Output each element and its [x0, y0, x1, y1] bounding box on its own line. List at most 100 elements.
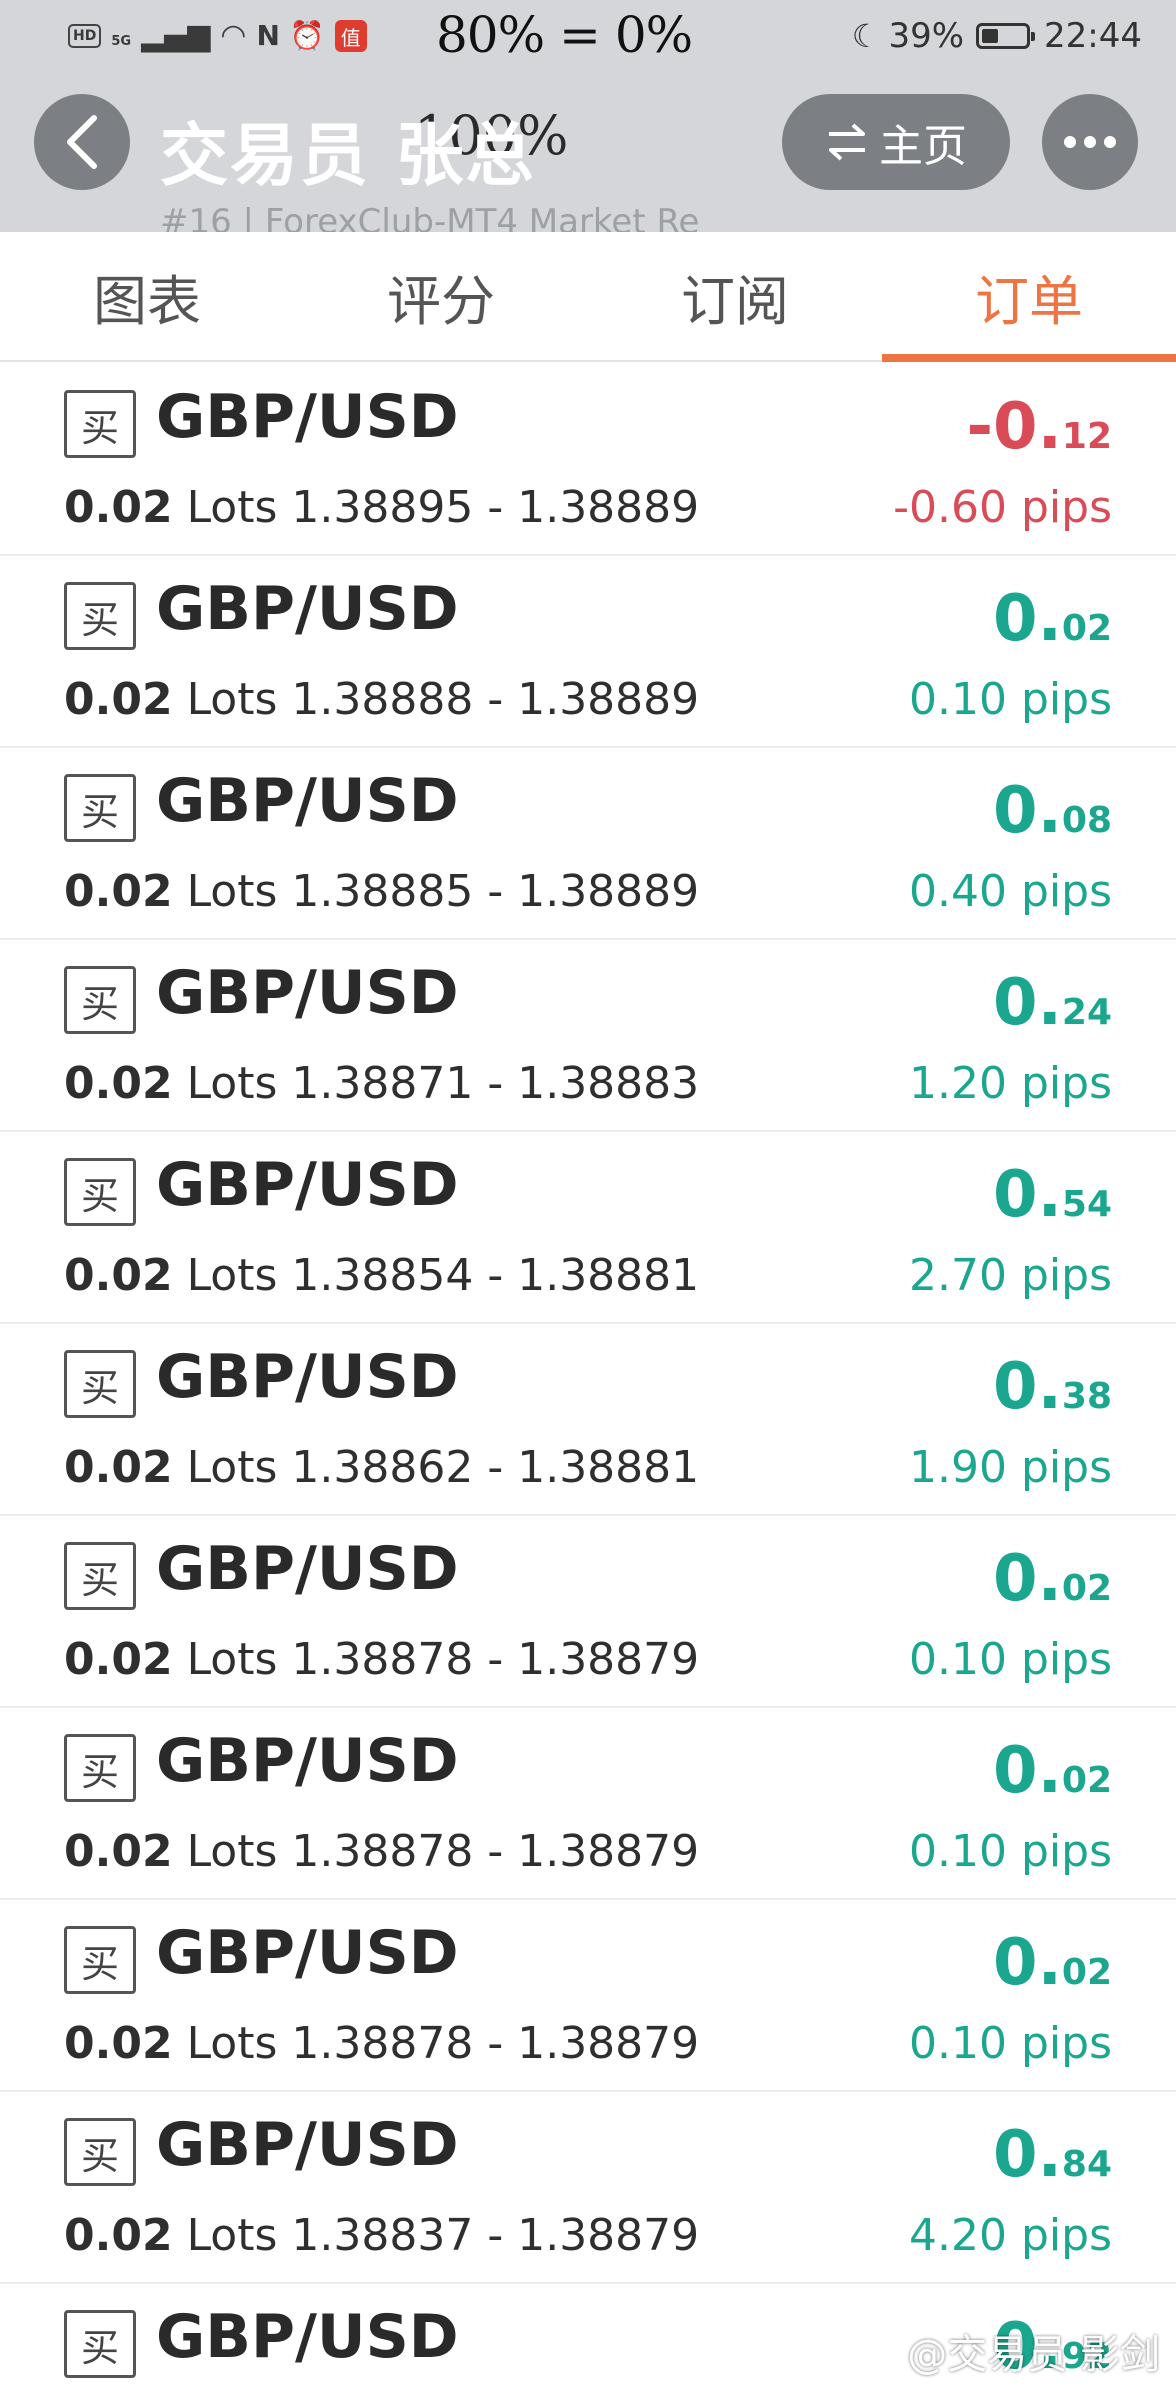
order-type-badge: 买 [64, 582, 136, 650]
order-lots-unit: Lots [186, 2210, 278, 2261]
order-type-badge: 买 [64, 1542, 136, 1610]
tab-orders[interactable]: 订单 [882, 232, 1176, 362]
order-price-range: 1.38885 - 1.38889 [291, 866, 700, 917]
order-symbol: GBP/USD [156, 1150, 459, 1220]
order-profit-decimals: 08 [1061, 800, 1112, 841]
order-profit-main: 0. [993, 1734, 1062, 1808]
order-profit-main: 0. [993, 582, 1062, 656]
app-notification-icon: 值 [334, 20, 367, 52]
tab-rating[interactable]: 评分 [294, 232, 588, 360]
order-row[interactable]: 买 GBP/USD 0.02 Lots 1.38895 - 1.38889 -0… [0, 364, 1176, 556]
order-lots-unit: Lots [186, 1826, 278, 1877]
order-price-range: 1.38888 - 1.38889 [291, 674, 700, 725]
order-row[interactable]: 买 GBP/USD 0.02 Lots 1.38837 - 1.38879 0.… [0, 2092, 1176, 2284]
order-profit-decimals: 02 [1061, 608, 1112, 649]
tab-bar: 图表 评分 订阅 订单 [0, 232, 1176, 362]
order-row[interactable]: 买 GBP/USD 0.02 Lots 1.38871 - 1.38883 0.… [0, 940, 1176, 1132]
order-row[interactable]: 买 GBP/USD 0.02 Lots 1.38885 - 1.38889 0.… [0, 748, 1176, 940]
order-pips: 1.90 pips [909, 1442, 1112, 1493]
order-row[interactable]: 买 GBP/USD 0.02 Lots 1.38878 - 1.38879 0.… [0, 1708, 1176, 1900]
home-button[interactable]: 主页 [782, 94, 1010, 190]
order-profit: 0.24 [993, 966, 1112, 1040]
order-lots: 0.02 [64, 1634, 173, 1685]
order-profit: 0.02 [993, 1542, 1112, 1616]
order-row[interactable]: 买 GBP/USD 0.02 Lots 1.38888 - 1.38889 0.… [0, 556, 1176, 748]
clock: 22:44 [1044, 16, 1142, 56]
order-profit: -0.12 [966, 390, 1112, 464]
order-price-range: 1.38878 - 1.38879 [291, 1634, 700, 1685]
status-icons-right: ☾ 39% 22:44 [852, 16, 1142, 56]
order-profit-main: 0. [993, 1350, 1062, 1424]
order-symbol: GBP/USD [156, 574, 459, 644]
5g-icon: 5G [111, 34, 132, 49]
tab-subscribe[interactable]: 订阅 [588, 232, 882, 360]
order-row[interactable]: 买 GBP/USD 0.02 Lots 1.38854 - 1.38881 0.… [0, 1132, 1176, 1324]
order-symbol: GBP/USD [156, 1918, 459, 1988]
order-pips: 0.10 pips [909, 1826, 1112, 1877]
order-profit-main: 0. [993, 966, 1062, 1040]
order-detail: 0.02 Lots 1.38837 - 1.38879 [64, 2210, 699, 2261]
order-row[interactable]: 买 GBP/USD 0.02 Lots 1.38878 - 1.38879 0.… [0, 1900, 1176, 2092]
order-type-badge: 买 [64, 1926, 136, 1994]
order-profit-main: 0. [993, 774, 1062, 848]
order-type-badge: 买 [64, 390, 136, 458]
more-dots-icon [1064, 136, 1076, 148]
order-type-badge: 买 [64, 2118, 136, 2186]
order-row[interactable]: 买 GBP/USD 0.02 Lots 1.38862 - 1.38881 0.… [0, 1324, 1176, 1516]
order-symbol: GBP/USD [156, 382, 459, 452]
swap-icon [829, 123, 865, 161]
order-profit-main: 0. [993, 1926, 1062, 2000]
order-profit: 0.02 [993, 1926, 1112, 2000]
order-type-badge: 买 [64, 966, 136, 1034]
order-price-range: 1.38878 - 1.38879 [291, 1826, 700, 1877]
order-type-badge: 买 [64, 774, 136, 842]
order-type-badge: 买 [64, 1158, 136, 1226]
order-price-range: 1.38871 - 1.38883 [291, 1058, 700, 1109]
nfc-icon: N [256, 19, 280, 52]
order-pips: 0.10 pips [909, 1634, 1112, 1685]
order-list: 买 GBP/USD 0.02 Lots 1.38895 - 1.38889 -0… [0, 364, 1176, 2400]
order-lots-unit: Lots [186, 866, 278, 917]
order-lots-unit: Lots [186, 1058, 278, 1109]
order-lots: 0.02 [64, 1058, 173, 1109]
order-type-badge: 买 [64, 1350, 136, 1418]
order-pips: 0.40 pips [909, 866, 1112, 917]
order-profit: 0.54 [993, 1158, 1112, 1232]
order-lots-unit: Lots [186, 1634, 278, 1685]
order-detail: 0.02 Lots 1.38878 - 1.38879 [64, 1826, 699, 1877]
order-profit-decimals: 12 [1061, 416, 1112, 457]
order-pips: 0.10 pips [909, 2018, 1112, 2069]
order-detail: 0.02 Lots 1.38885 - 1.38889 [64, 866, 699, 917]
order-lots-unit: Lots [186, 1250, 278, 1301]
order-profit-decimals: 24 [1061, 992, 1112, 1033]
order-detail: 0.02 Lots 1.38871 - 1.38883 [64, 1058, 699, 1109]
order-pips: 1.20 pips [909, 1058, 1112, 1109]
watermark: @交易员 影剑 [907, 2332, 1160, 2378]
order-symbol: GBP/USD [156, 2302, 459, 2372]
tab-chart[interactable]: 图表 [0, 232, 294, 360]
back-button[interactable] [34, 94, 130, 190]
order-profit: 0.02 [993, 1734, 1112, 1808]
order-symbol: GBP/USD [156, 1726, 459, 1796]
order-symbol: GBP/USD [156, 766, 459, 836]
order-pips: 4.20 pips [909, 2210, 1112, 2261]
order-lots: 0.02 [64, 1442, 173, 1493]
alarm-icon: ⏰ [289, 19, 325, 52]
order-profit-decimals: 02 [1061, 1952, 1112, 1993]
order-row[interactable]: 买 GBP/USD 0.02 Lots 1.38878 - 1.38879 0.… [0, 1516, 1176, 1708]
battery-icon [976, 23, 1036, 49]
order-lots: 0.02 [64, 1826, 173, 1877]
order-profit: 0.02 [993, 582, 1112, 656]
order-lots-unit: Lots [186, 2018, 278, 2069]
order-detail: 0.02 Lots 1.38854 - 1.38881 [64, 1250, 699, 1301]
more-button[interactable] [1042, 94, 1138, 190]
order-profit: 0.38 [993, 1350, 1112, 1424]
order-lots: 0.02 [64, 674, 173, 725]
order-price-range: 1.38878 - 1.38879 [291, 2018, 700, 2069]
order-price-range: 1.38837 - 1.38879 [291, 2210, 700, 2261]
order-type-badge: 买 [64, 2310, 136, 2378]
order-lots-unit: Lots [186, 1442, 278, 1493]
order-profit-decimals: 02 [1061, 1568, 1112, 1609]
order-profit: 0.84 [993, 2118, 1112, 2192]
trader-subtitle-overlay: 亚 鑫 创 富 促 [430, 222, 643, 232]
